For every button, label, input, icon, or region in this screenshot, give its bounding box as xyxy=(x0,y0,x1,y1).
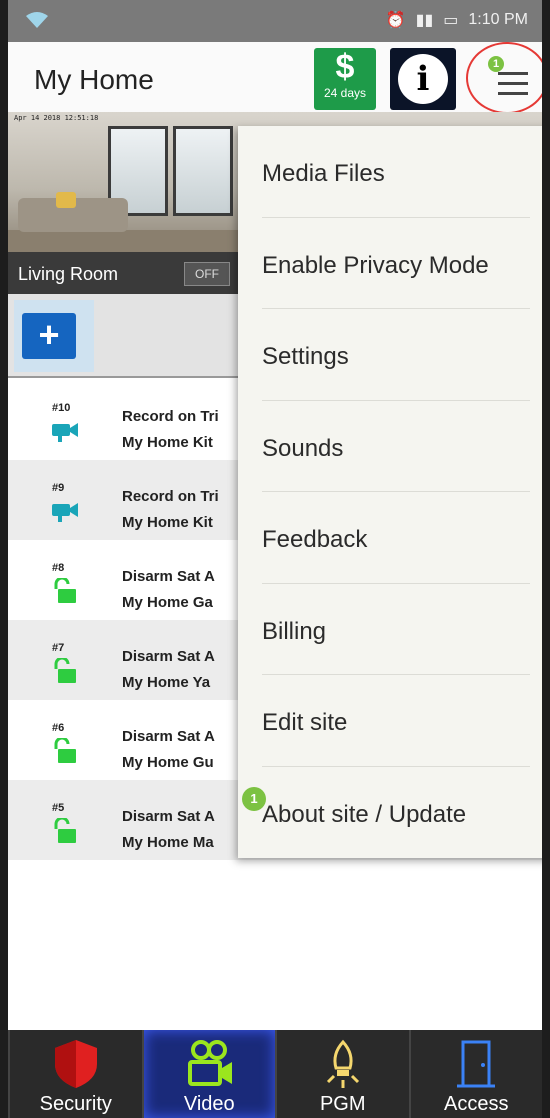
unlock-icon xyxy=(54,658,76,683)
unlock-icon xyxy=(54,578,76,603)
unlock-icon xyxy=(54,738,76,763)
event-number: #5 xyxy=(52,802,65,814)
nav-label: Video xyxy=(183,1093,235,1115)
event-number: #9 xyxy=(52,482,65,494)
event-title: Disarm Sat A xyxy=(122,648,215,665)
door-icon xyxy=(457,1040,496,1088)
nav-access[interactable]: Access xyxy=(408,1030,542,1118)
camera-timestamp: Apr 14 2018 12:51:18 xyxy=(14,114,99,122)
battery-icon: ▭ xyxy=(443,12,459,29)
event-subtitle: My Home Gu xyxy=(122,754,214,771)
video-camera-icon xyxy=(188,1040,233,1086)
menu-item-settings[interactable]: Settings xyxy=(238,309,542,401)
video-camera-icon xyxy=(52,503,78,522)
status-time: 1:10 PM xyxy=(468,11,528,28)
event-subtitle: My Home Kit xyxy=(122,514,213,531)
menu-item-label: Edit site xyxy=(262,709,348,736)
menu-item-billing[interactable]: Billing xyxy=(238,584,542,675)
nav-video[interactable]: Video xyxy=(141,1030,275,1118)
menu-item-label: Sounds xyxy=(262,434,344,462)
dollar-icon: $ xyxy=(335,48,355,86)
status-bar: ⏰ ▮▮ ▭ 1:10 PM xyxy=(8,0,542,42)
signal-icon: ▮▮ xyxy=(415,12,434,29)
nav-label: Security xyxy=(39,1093,112,1115)
event-number: #6 xyxy=(52,722,65,734)
video-camera-icon xyxy=(52,423,78,442)
menu-item-media-files[interactable]: Media Files xyxy=(238,126,542,218)
event-title: Record on Tri xyxy=(122,488,219,505)
menu-button[interactable]: 1 xyxy=(466,42,542,114)
shield-icon xyxy=(54,1040,97,1088)
menu-item-edit-site[interactable]: Edit site xyxy=(238,675,542,767)
nav-pgm[interactable]: PGM xyxy=(275,1030,409,1118)
overflow-menu: Media Files Enable Privacy Mode Settings… xyxy=(238,126,542,859)
camera-label: Living Room xyxy=(18,264,119,284)
menu-item-label: Billing xyxy=(262,617,327,645)
menu-item-label: Feedback xyxy=(262,526,368,553)
subscription-days: 24 days xyxy=(323,86,367,100)
subscription-button[interactable]: $ 24 days xyxy=(314,48,376,110)
menu-notification-badge: 1 xyxy=(488,56,504,72)
event-subtitle: My Home Ma xyxy=(122,834,214,851)
event-title: Disarm Sat A xyxy=(122,808,215,825)
menu-item-label: Enable Privacy Mode xyxy=(262,251,489,279)
menu-item-label: Media Files xyxy=(262,160,385,187)
info-icon: i xyxy=(398,54,448,104)
app-header: My Home $ 24 days i 1 xyxy=(8,42,542,114)
status-right: ⏰ ▮▮ ▭ 1:10 PM xyxy=(386,10,528,30)
menu-item-privacy-mode[interactable]: Enable Privacy Mode xyxy=(238,218,542,309)
unlock-icon xyxy=(54,818,76,843)
bulb-icon xyxy=(326,1039,359,1088)
nav-label: PGM xyxy=(319,1093,366,1115)
menu-item-label: About site / Update xyxy=(262,800,467,828)
event-subtitle: My Home Kit xyxy=(122,434,213,451)
wifi-icon xyxy=(26,12,48,28)
menu-item-about-site[interactable]: 1 About site / Update xyxy=(238,767,542,859)
event-number: #8 xyxy=(52,562,65,574)
menu-item-sounds[interactable]: Sounds xyxy=(238,401,542,492)
bottom-nav: Security Video PGM Access xyxy=(8,1030,542,1118)
event-subtitle: My Home Ga xyxy=(122,594,213,611)
info-button[interactable]: i xyxy=(390,48,456,110)
alarm-icon: ⏰ xyxy=(385,12,406,29)
page-title: My Home xyxy=(34,64,154,95)
camera-off-toggle[interactable]: OFF xyxy=(184,262,230,286)
event-title: Record on Tri xyxy=(122,408,219,425)
phone-screen: ⏰ ▮▮ ▭ 1:10 PM My Home $ 24 days i 1 Apr… xyxy=(0,0,550,1118)
event-title: Disarm Sat A xyxy=(122,728,215,745)
hamburger-icon xyxy=(498,72,528,102)
event-number: #7 xyxy=(52,642,65,654)
nav-security[interactable]: Security xyxy=(8,1030,142,1118)
menu-item-feedback[interactable]: Feedback xyxy=(238,492,542,584)
event-number: #10 xyxy=(52,402,71,414)
event-subtitle: My Home Ya xyxy=(122,674,211,691)
nav-label: Access xyxy=(444,1093,509,1115)
menu-item-label: Settings xyxy=(262,343,349,370)
event-title: Disarm Sat A xyxy=(122,568,215,585)
add-button[interactable]: + xyxy=(22,313,76,359)
